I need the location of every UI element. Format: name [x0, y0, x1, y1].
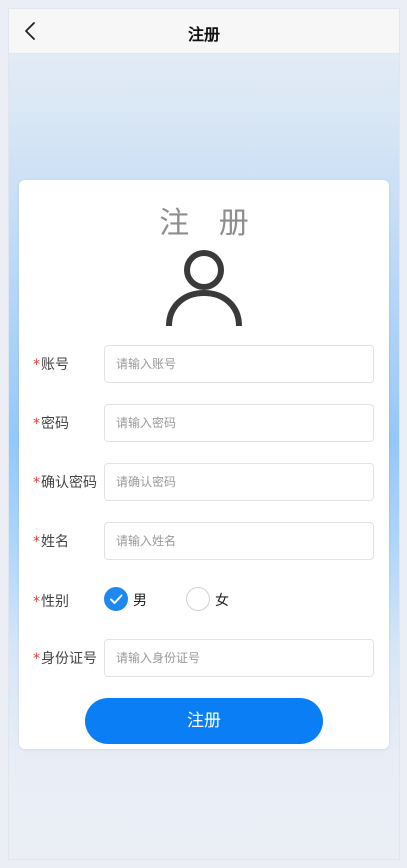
password-label: *密码	[33, 413, 69, 433]
form-heading: 注 册	[159, 206, 259, 241]
gender-female-label[interactable]: 女	[215, 590, 229, 610]
page-title: 注册	[187, 25, 220, 44]
name-label: *姓名	[33, 531, 69, 551]
confirm-password-input[interactable]	[104, 463, 374, 501]
app-screen: 注册 注 册 *账号 *密码 *确认密码 *姓名 *性别	[9, 9, 399, 859]
confirm-password-row: *确认密码	[19, 463, 389, 501]
id-number-label: *身份证号	[33, 648, 97, 668]
gender-row: *性别 男 女	[19, 582, 389, 620]
required-mark: *	[33, 651, 40, 667]
name-label-text: 姓名	[41, 534, 69, 550]
id-number-label-text: 身份证号	[41, 651, 97, 667]
id-number-row: *身份证号	[19, 639, 389, 677]
confirm-password-label-text: 确认密码	[41, 475, 97, 491]
confirm-password-label: *确认密码	[33, 472, 97, 492]
nav-bar: 注册	[9, 9, 399, 54]
password-input[interactable]	[104, 404, 374, 442]
gender-male-label[interactable]: 男	[133, 590, 147, 610]
required-mark: *	[33, 475, 40, 491]
name-input[interactable]	[104, 522, 374, 560]
name-row: *姓名	[19, 522, 389, 560]
account-label: *账号	[33, 354, 69, 374]
account-input[interactable]	[104, 345, 374, 383]
register-card: 注 册 *账号 *密码 *确认密码 *姓名 *性别	[19, 180, 389, 749]
required-mark: *	[33, 357, 40, 373]
gender-male-radio[interactable]	[104, 587, 128, 611]
check-icon	[110, 594, 123, 604]
user-icon	[166, 250, 242, 326]
gender-label-text: 性别	[41, 594, 69, 610]
gender-label: *性别	[33, 591, 69, 611]
account-label-text: 账号	[41, 357, 69, 373]
password-label-text: 密码	[41, 416, 69, 432]
required-mark: *	[33, 416, 40, 432]
password-row: *密码	[19, 404, 389, 442]
register-button[interactable]: 注册	[85, 698, 323, 744]
gender-female-radio[interactable]	[186, 587, 210, 611]
account-row: *账号	[19, 345, 389, 383]
required-mark: *	[33, 534, 40, 550]
id-number-input[interactable]	[104, 639, 374, 677]
required-mark: *	[33, 594, 40, 610]
